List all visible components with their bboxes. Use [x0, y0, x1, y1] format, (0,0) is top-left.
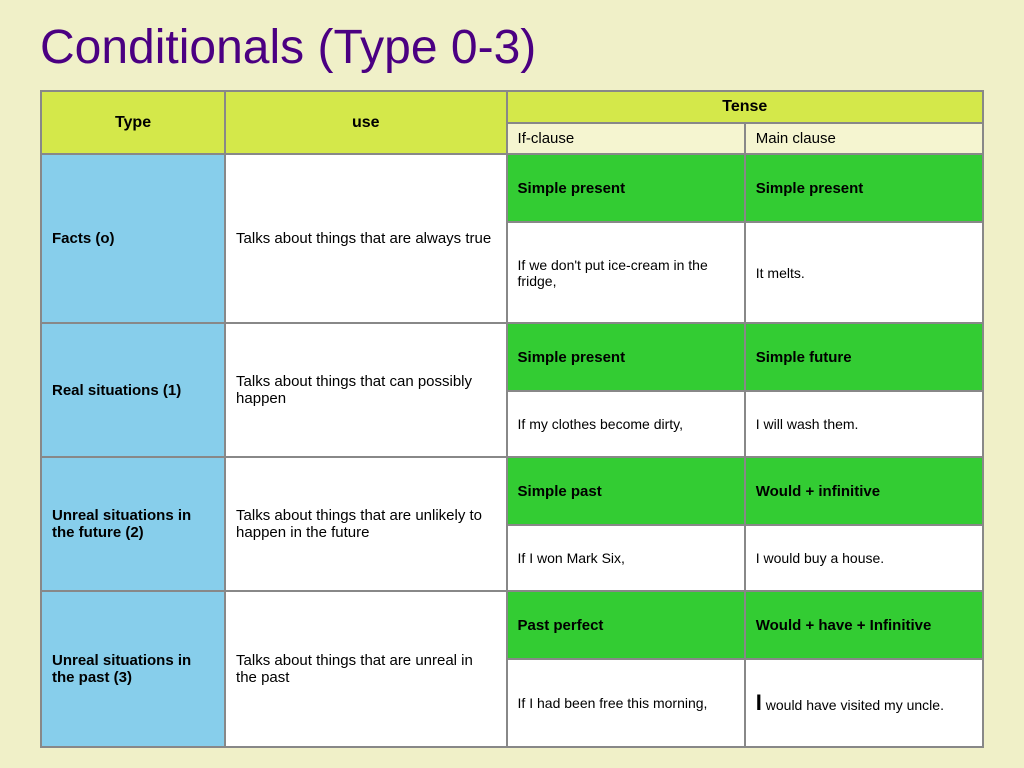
use-unreal-past: Talks about things that are unreal in th… — [225, 591, 507, 747]
type-facts: Facts (o) — [41, 154, 225, 323]
main-tense-unreal-future: Would + infinitive — [745, 457, 983, 525]
type-unreal-future: Unreal situations in the future (2) — [41, 457, 225, 591]
type-real: Real situations (1) — [41, 323, 225, 457]
type-unreal-past: Unreal situations in the past (3) — [41, 591, 225, 747]
if-example-unreal-past: If I had been free this morning, — [507, 659, 745, 747]
use-real: Talks about things that can possibly hap… — [225, 323, 507, 457]
header-type: Type — [41, 91, 225, 154]
table-row: Real situations (1) Talks about things t… — [41, 323, 983, 391]
header-main-clause: Main clause — [745, 123, 983, 154]
main-tense-unreal-past: Would + have + Infinitive — [745, 591, 983, 659]
if-tense-facts: Simple present — [507, 154, 745, 222]
if-tense-unreal-future: Simple past — [507, 457, 745, 525]
table-row: Unreal situations in the future (2) Talk… — [41, 457, 983, 525]
main-tense-real: Simple future — [745, 323, 983, 391]
main-example-facts: It melts. — [745, 222, 983, 323]
table-row: Facts (o) Talks about things that are al… — [41, 154, 983, 222]
header-tense: Tense — [507, 91, 983, 123]
if-example-unreal-future: If I won Mark Six, — [507, 525, 745, 591]
page-title: Conditionals (Type 0-3) — [40, 10, 984, 90]
use-facts: Talks about things that are always true — [225, 154, 507, 323]
main-example-unreal-past: I would have visited my uncle. — [745, 659, 983, 747]
main-header-row: Type use Tense — [41, 91, 983, 123]
if-tense-unreal-past: Past perfect — [507, 591, 745, 659]
main-example-unreal-future: I would buy a house. — [745, 525, 983, 591]
conditionals-table: Type use Tense If-clause Main clause Fac… — [40, 90, 984, 748]
use-unreal-future: Talks about things that are unlikely to … — [225, 457, 507, 591]
main-example-real: I will wash them. — [745, 391, 983, 457]
header-if-clause: If-clause — [507, 123, 745, 154]
if-example-real: If my clothes become dirty, — [507, 391, 745, 457]
if-tense-real: Simple present — [507, 323, 745, 391]
main-tense-facts: Simple present — [745, 154, 983, 222]
header-use: use — [225, 91, 507, 154]
table-row: Unreal situations in the past (3) Talks … — [41, 591, 983, 659]
if-example-facts: If we don't put ice-cream in the fridge, — [507, 222, 745, 323]
